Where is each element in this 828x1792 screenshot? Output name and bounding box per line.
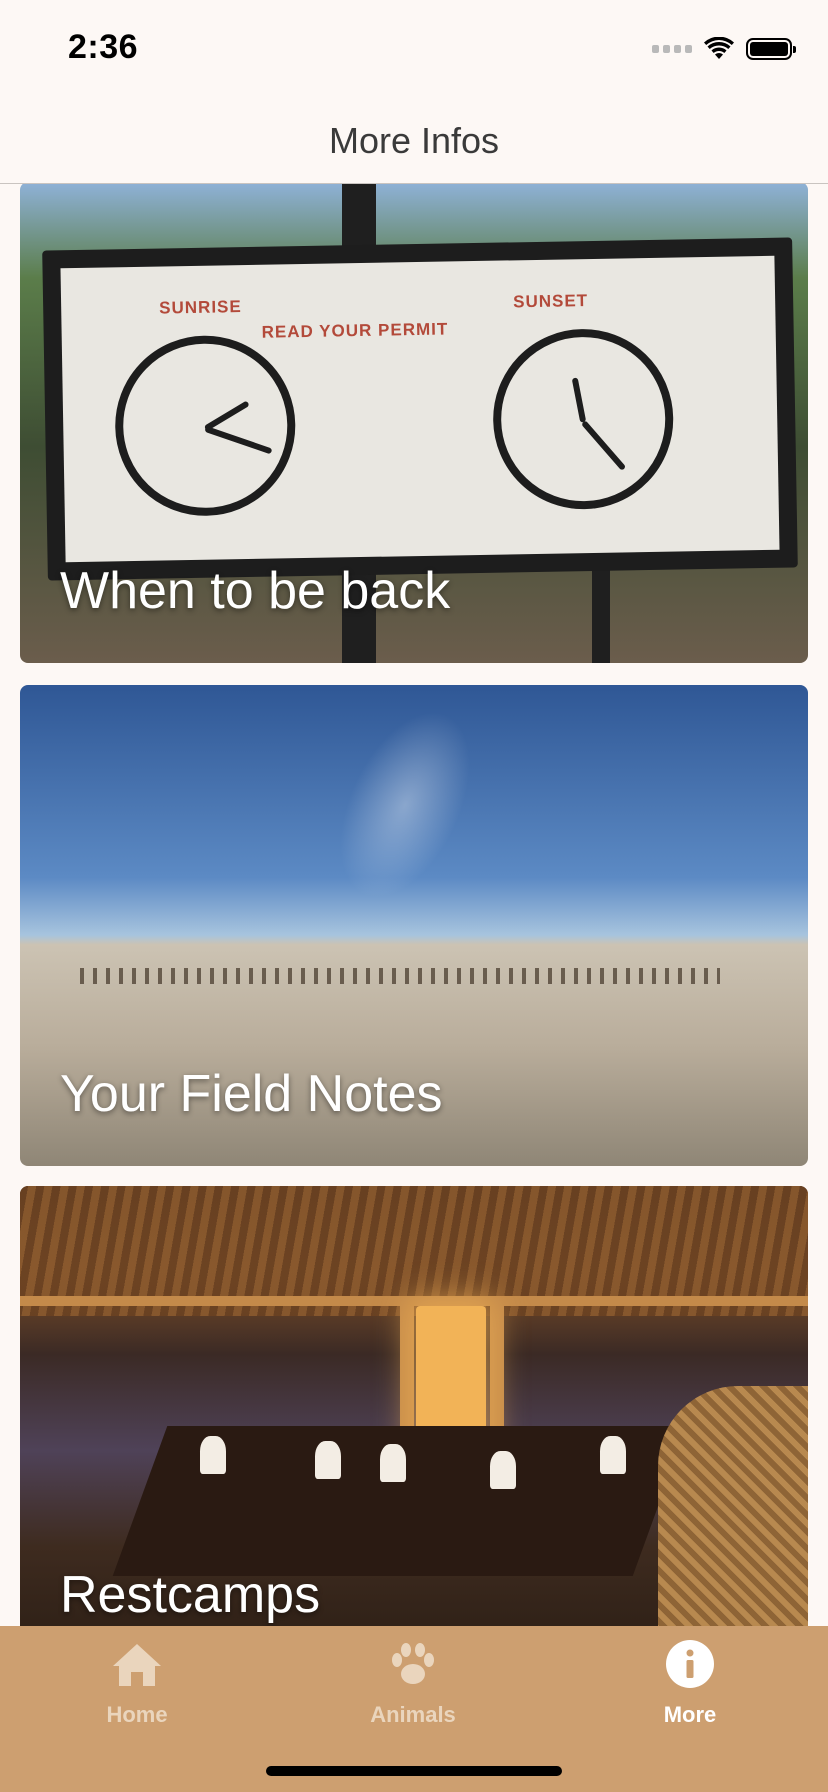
sky-cloud <box>312 691 498 919</box>
sunset-clock-icon <box>491 327 675 511</box>
animal-herd <box>80 968 720 984</box>
tab-label: More <box>663 1702 717 1727</box>
navigation-bar: More Infos <box>0 100 828 184</box>
card-title: Restcamps <box>60 1566 321 1624</box>
tab-more[interactable]: More <box>590 1638 790 1728</box>
card-restcamps[interactable]: Restcamps <box>20 1186 808 1626</box>
napkin <box>490 1451 516 1489</box>
sign-pole <box>592 562 610 663</box>
tab-label: Animals <box>370 1702 456 1727</box>
home-icon <box>113 1644 161 1686</box>
roof-beam <box>20 1296 808 1306</box>
battery-icon <box>746 38 796 60</box>
status-time: 2:36 <box>68 28 139 66</box>
sign-sunset-text: SUNSET <box>512 291 589 312</box>
napkin <box>315 1441 341 1479</box>
napkin <box>600 1436 626 1474</box>
napkin <box>380 1444 406 1482</box>
tab-home[interactable]: Home <box>37 1638 237 1728</box>
wicker-chair <box>658 1386 808 1626</box>
card-title: When to be back <box>60 562 451 620</box>
info-card-list[interactable]: SUNRISE SUNSET READ YOUR PERMIT When to … <box>0 184 828 1626</box>
tab-animals[interactable]: Animals <box>313 1638 513 1728</box>
paw-icon <box>392 1643 434 1684</box>
info-icon <box>666 1640 714 1688</box>
card-when-to-be-back[interactable]: SUNRISE SUNSET READ YOUR PERMIT When to … <box>20 184 808 663</box>
cellular-signal-icon <box>652 45 692 53</box>
home-indicator[interactable] <box>266 1766 562 1776</box>
status-icons <box>652 36 796 62</box>
clock-sign-image: SUNRISE SUNSET READ YOUR PERMIT <box>42 237 798 581</box>
status-bar: 2:36 <box>0 0 828 100</box>
page-title: More Infos <box>328 120 500 161</box>
card-your-field-notes[interactable]: Your Field Notes <box>20 685 808 1166</box>
tab-label: Home <box>106 1702 168 1727</box>
card-title: Your Field Notes <box>60 1065 443 1123</box>
napkin <box>200 1436 226 1474</box>
wifi-icon <box>704 37 734 59</box>
sign-sunrise-text: SUNRISE <box>159 297 242 318</box>
sign-permit-text: READ YOUR PERMIT <box>261 319 449 342</box>
sunrise-clock-icon <box>113 334 297 518</box>
